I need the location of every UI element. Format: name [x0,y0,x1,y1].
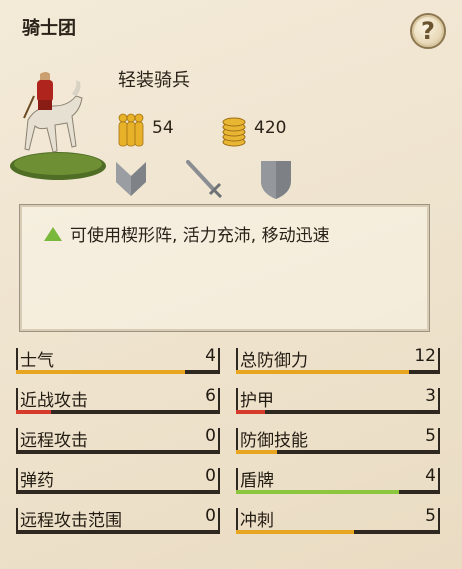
stat-label: 冲刺 [240,511,274,531]
stat-value: 6 [205,386,216,406]
green-triangle-icon [44,226,62,241]
stat-row[interactable]: 盾牌 4 [236,466,440,494]
coin-icon [222,117,246,147]
stat-value: 5 [425,426,436,446]
stat-bar-fill [16,370,186,374]
help-icon: ? [421,17,435,45]
description-text: 可使用楔形阵, 活力充沛, 移动迅速 [70,226,330,246]
unit-cost: 420 [254,118,287,138]
stat-label: 远程攻击 [20,431,88,451]
stat-label: 远程攻击范围 [20,511,122,531]
stat-bar-track [16,530,220,534]
stat-bar-fill [236,370,410,374]
shield-icon[interactable] [258,158,294,200]
unit-portrait [10,72,106,180]
stat-bar-fill [236,410,265,414]
stat-row[interactable]: 防御技能 5 [236,426,440,454]
stat-bar-track [236,530,440,534]
stat-bar-fill [16,410,51,414]
help-button[interactable]: ? [410,13,446,49]
stat-row[interactable]: 总防御力 12 [236,346,440,374]
stat-bar-track [236,410,440,414]
stat-bar-track [236,370,440,374]
description-box: 可使用楔形阵, 活力充沛, 移动迅速 [19,204,430,332]
men-icon [118,113,144,147]
chevron-shield-icon[interactable] [114,158,148,198]
unit-name: 轻装骑兵 [118,70,190,91]
stat-bar-track [16,450,220,454]
stat-bar-track [16,490,220,494]
stat-label: 护甲 [240,391,274,411]
stat-bar-fill [236,490,400,494]
stat-value: 4 [425,466,436,486]
stat-value: 0 [205,466,216,486]
stat-row[interactable]: 近战攻击 6 [16,386,220,414]
stat-value: 0 [205,506,216,526]
stat-row[interactable]: 弹药 0 [16,466,220,494]
stat-value: 12 [414,346,436,366]
stat-bar-fill [236,450,277,454]
stat-bar-track [236,450,440,454]
stat-label: 防御技能 [240,431,308,451]
stat-value: 4 [205,346,216,366]
stat-value: 0 [205,426,216,446]
stat-label: 弹药 [20,471,54,491]
unit-info-panel: 骑士团 ? 轻装骑兵 54 420 可使用楔形阵, 活力充沛, 移动迅速 士气 … [0,0,462,569]
stat-bar-track [16,410,220,414]
unit-men-count: 54 [152,118,174,138]
stat-value: 5 [425,506,436,526]
stat-label: 近战攻击 [20,391,88,411]
stat-label: 总防御力 [240,351,308,371]
stat-row[interactable]: 冲刺 5 [236,506,440,534]
stat-bar-track [236,490,440,494]
stat-bar-fill [236,530,355,534]
stat-row[interactable]: 护甲 3 [236,386,440,414]
sword-icon[interactable] [184,158,224,198]
stat-row[interactable]: 远程攻击 0 [16,426,220,454]
stat-row[interactable]: 士气 4 [16,346,220,374]
stat-row[interactable]: 远程攻击范围 0 [16,506,220,534]
stat-value: 3 [425,386,436,406]
stat-label: 士气 [20,351,54,371]
stat-label: 盾牌 [240,471,274,491]
stat-bar-track [16,370,220,374]
panel-title: 骑士团 [22,18,76,39]
description-line: 可使用楔形阵, 活力充沛, 移动迅速 [44,221,330,246]
